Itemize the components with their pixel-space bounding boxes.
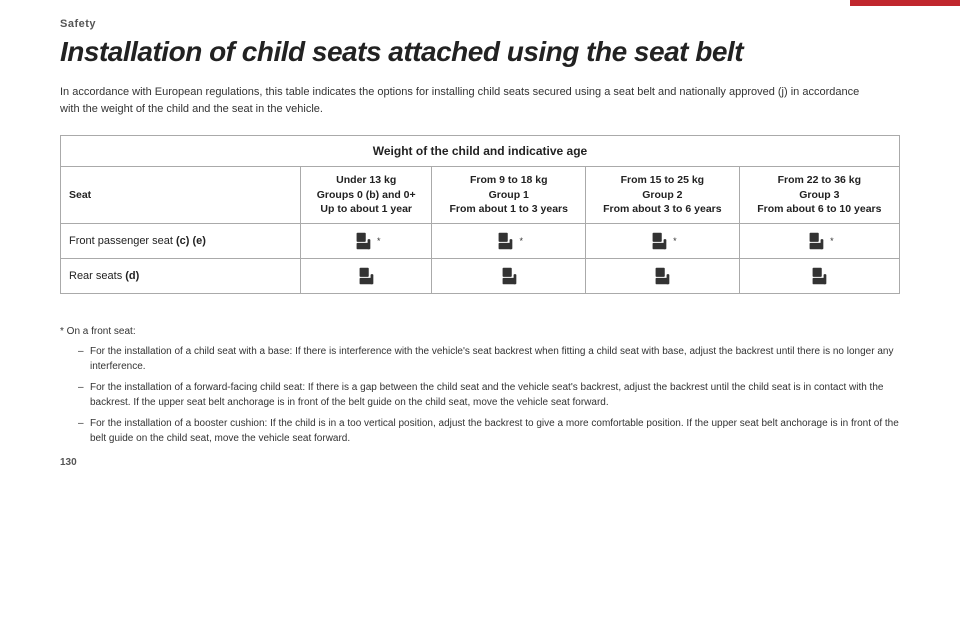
page-number: 130 xyxy=(60,457,77,468)
cell-front-col3: * xyxy=(586,224,740,259)
col-header-2: From 9 to 18 kg Group 1 From about 1 to … xyxy=(432,167,586,224)
footnote-title: * On a front seat: xyxy=(60,324,900,340)
cell-rear-col3 xyxy=(586,259,740,294)
col-header-4: From 22 to 36 kg Group 3 From about 6 to… xyxy=(739,167,899,224)
child-seat-table: Weight of the child and indicative age S… xyxy=(60,135,900,294)
footnote-section: * On a front seat: For the installation … xyxy=(60,324,900,447)
cell-rear-col4 xyxy=(739,259,899,294)
page-title: Installation of child seats attached usi… xyxy=(60,36,900,68)
cell-rear-col1 xyxy=(301,259,432,294)
footnote-item-1: For the installation of a child seat wit… xyxy=(80,344,900,375)
cell-front-col2: * xyxy=(432,224,586,259)
cell-front-col4: * xyxy=(739,224,899,259)
footnote-item-3: For the installation of a booster cushio… xyxy=(80,416,900,447)
table-row: Rear seats (d) xyxy=(61,259,900,294)
col-header-seat: Seat xyxy=(61,167,301,224)
cell-rear-col2 xyxy=(432,259,586,294)
cell-front-col1: * xyxy=(301,224,432,259)
col-header-3: From 15 to 25 kg Group 2 From about 3 to… xyxy=(586,167,740,224)
table-row: Front passenger seat (c) (e) * xyxy=(61,224,900,259)
footnote-item-2: For the installation of a forward-facing… xyxy=(80,380,900,411)
col-header-1: Under 13 kg Groups 0 (b) and 0+ Up to ab… xyxy=(301,167,432,224)
seat-label-rear: Rear seats (d) xyxy=(61,259,301,294)
section-label: Safety xyxy=(60,18,900,30)
intro-paragraph: In accordance with European regulations,… xyxy=(60,84,880,117)
footnote-list: For the installation of a child seat wit… xyxy=(60,344,900,447)
table-main-header: Weight of the child and indicative age xyxy=(61,136,900,167)
seat-label-front: Front passenger seat (c) (e) xyxy=(61,224,301,259)
red-accent-bar xyxy=(850,0,960,6)
